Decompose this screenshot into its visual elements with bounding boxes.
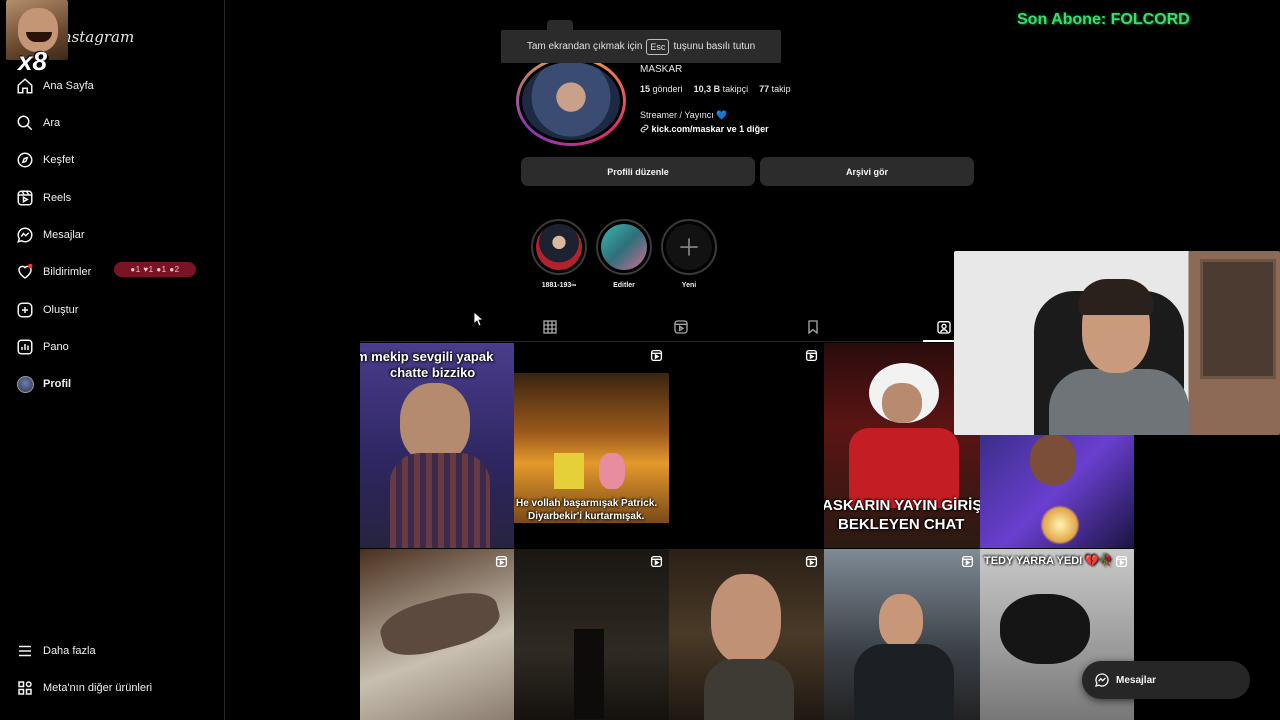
post-caption: chatte bizziko xyxy=(390,365,476,380)
fullscreen-tip-text: Tam ekrandan çıkmak için xyxy=(526,41,643,52)
mouse-cursor-icon xyxy=(474,312,484,326)
fullscreen-tip-text-end: tuşunu basılı tutun xyxy=(673,41,756,52)
sidebar-item-label: Bildirimler xyxy=(43,266,92,278)
webcam-overlay xyxy=(954,251,1280,435)
screen: Instagram Ana Sayfa Ara Keşfet Reels Mes… xyxy=(0,0,1280,720)
followers-count[interactable]: 10,3 B takipçi xyxy=(694,84,749,94)
sidebar-item-label: Ana Sayfa xyxy=(43,80,94,92)
new-highlight-button[interactable]: Yeni xyxy=(661,219,717,289)
emote-multiplier: x8 xyxy=(18,46,47,76)
sidebar-item-label: Keşfet xyxy=(43,154,75,166)
plus-square-icon xyxy=(14,299,36,321)
sidebar-item-label: Mesajlar xyxy=(43,229,85,241)
sidebar-item-create[interactable]: Oluştur xyxy=(14,296,78,324)
reel-icon xyxy=(1115,555,1128,568)
compass-icon xyxy=(14,149,36,171)
grid-post-7[interactable] xyxy=(514,549,669,720)
grid-post-3[interactable] xyxy=(669,343,824,548)
reel-icon xyxy=(495,555,508,568)
following-count[interactable]: 77 takip xyxy=(759,84,791,94)
view-archive-button[interactable]: Arşivi gör xyxy=(760,157,974,186)
highlight-editler[interactable]: Editler xyxy=(596,219,652,289)
search-icon xyxy=(14,112,36,134)
chart-icon xyxy=(14,336,36,358)
profile-picture[interactable] xyxy=(516,56,626,146)
reel-icon xyxy=(805,555,818,568)
saved-tab-icon[interactable] xyxy=(805,319,821,335)
more-menu-button[interactable]: Daha fazla xyxy=(14,637,96,665)
reels-tab-icon[interactable] xyxy=(673,319,689,335)
meta-products-button[interactable]: Meta'nın diğer ürünleri xyxy=(14,674,152,702)
post-caption: m mekip sevgili yapak xyxy=(360,349,494,364)
sidebar-item-notifications[interactable]: Bildirimler xyxy=(14,258,91,286)
grid-post-6[interactable] xyxy=(360,549,514,720)
meta-products-label: Meta'nın diğer ürünleri xyxy=(43,682,153,694)
post-caption: ASKARIN YAYIN GİRİŞ xyxy=(824,497,980,514)
sidebar-item-messages[interactable]: Mesajlar xyxy=(14,221,85,249)
profile-bio: Streamer / Yayıncı 💙 xyxy=(640,110,728,120)
esc-key: Esc xyxy=(646,38,670,55)
messenger-icon xyxy=(1094,673,1109,688)
last-subscriber-label: Son Abone: FOLCORD xyxy=(1017,11,1190,28)
sidebar: Instagram Ana Sayfa Ara Keşfet Reels Mes… xyxy=(0,0,225,720)
post-caption: TEDY YARRA YEDI 💔🥀 xyxy=(984,555,1113,567)
reel-icon xyxy=(805,349,818,362)
sidebar-item-dashboard[interactable]: Pano xyxy=(14,333,69,361)
avatar xyxy=(14,373,36,395)
notification-counts-badge: ●1 ♥1 ●1 ●2 xyxy=(114,262,196,277)
plus-icon xyxy=(666,224,712,270)
reel-icon xyxy=(961,555,974,568)
post-caption: Diyarbekir'i kurtarmışak. xyxy=(528,511,645,522)
grid-post-2[interactable]: He vollah başarmışak Patrick. Diyarbekir… xyxy=(514,343,669,548)
sidebar-item-label: Pano xyxy=(43,341,69,353)
blue-heart-icon: 💙 xyxy=(716,110,728,120)
posts-count: 15 gönderi xyxy=(640,84,683,94)
apps-grid-icon xyxy=(14,677,36,699)
posts-grid-tab-icon[interactable] xyxy=(542,319,558,335)
sidebar-item-label: Oluştur xyxy=(43,304,79,316)
messenger-icon xyxy=(14,224,36,246)
reel-icon xyxy=(650,555,663,568)
messages-floating-button[interactable]: Mesajlar xyxy=(1082,661,1250,699)
grid-post-9[interactable] xyxy=(824,549,980,720)
reels-icon xyxy=(14,187,36,209)
sidebar-item-search[interactable]: Ara xyxy=(14,109,60,137)
post-caption: BEKLEYEN CHAT xyxy=(838,516,965,533)
sidebar-item-explore[interactable]: Keşfet xyxy=(14,146,74,174)
sidebar-item-label: Reels xyxy=(43,192,72,204)
grid-post-1[interactable]: m mekip sevgili yapak chatte bizziko xyxy=(360,343,514,548)
tagged-tab-icon[interactable] xyxy=(936,319,952,335)
messages-label: Mesajlar xyxy=(1116,674,1157,686)
sidebar-item-profile[interactable]: Profil xyxy=(14,370,71,398)
profile-link[interactable]: kick.com/maskar ve 1 diğer xyxy=(640,124,769,134)
sidebar-item-label: Profil xyxy=(43,378,72,390)
home-icon xyxy=(14,75,36,97)
sidebar-item-reels[interactable]: Reels xyxy=(14,184,71,212)
more-menu-label: Daha fazla xyxy=(43,645,96,657)
hamburger-icon xyxy=(14,640,36,662)
fullscreen-exit-tooltip: Tam ekrandan çıkmak için Esc tuşunu bası… xyxy=(501,30,781,63)
link-icon xyxy=(640,124,649,133)
reel-icon xyxy=(650,349,663,362)
grid-post-5[interactable] xyxy=(980,435,1134,548)
profile-name: MASKAR xyxy=(640,64,683,75)
profile-stats: 15 gönderi 10,3 B takipçi 77 takip xyxy=(640,84,791,94)
post-caption: He vollah başarmışak Patrick. xyxy=(516,498,658,509)
highlight-1881[interactable]: 1881-193∞ xyxy=(531,219,587,289)
heart-icon xyxy=(14,261,36,283)
grid-post-8[interactable] xyxy=(669,549,824,720)
edit-profile-button[interactable]: Profili düzenle xyxy=(521,157,755,186)
sidebar-item-label: Ara xyxy=(43,117,61,129)
